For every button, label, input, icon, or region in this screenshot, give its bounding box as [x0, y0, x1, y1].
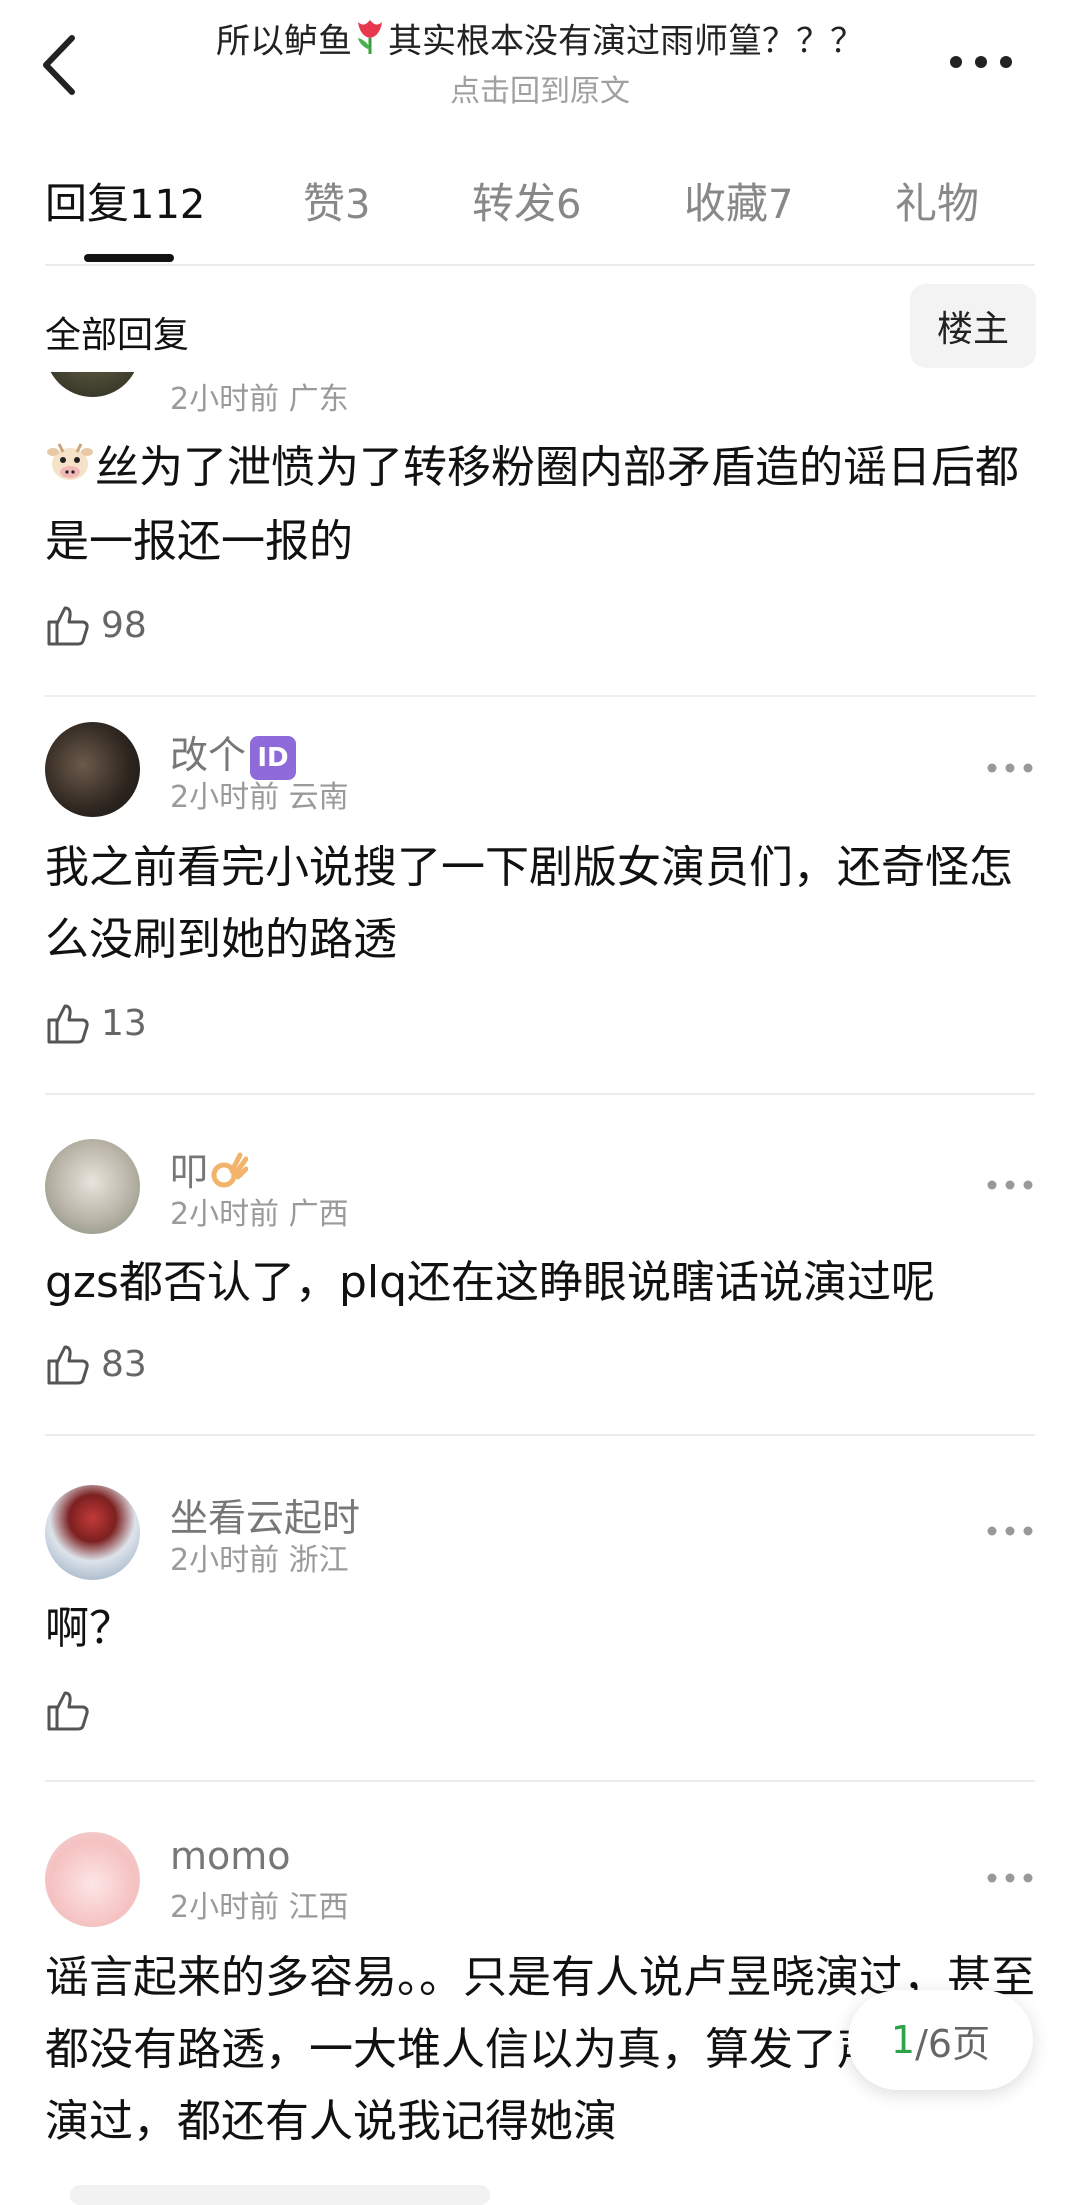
thumbs-up-icon: [47, 1345, 89, 1385]
comment-meta: 2小时前 云南: [170, 780, 349, 815]
comment-text: gzs都否认了，plq还在这睁眼说瞎话说演过呢: [45, 1257, 936, 1308]
tulip-icon: [352, 16, 388, 70]
divider: [45, 1780, 1035, 1782]
divider: [45, 1434, 1035, 1436]
back-button[interactable]: [36, 30, 86, 100]
comment-list[interactable]: 2小时前 广东 丝为了泄愤为了转移粉圈内部矛盾造的谣日后都是一报还一报的 98 …: [0, 372, 1080, 2200]
avatar[interactable]: [45, 722, 140, 817]
avatar[interactable]: [45, 1832, 140, 1927]
thumbs-up-icon: [47, 1691, 89, 1731]
comment-text: 啊？: [45, 1603, 133, 1654]
username[interactable]: momo: [170, 1834, 291, 1878]
like-count: 13: [101, 1002, 147, 1044]
top-bar: 所以鲈鱼 其实根本没有演过雨师篁？？？ 点击回到原文: [0, 0, 1080, 130]
total-pages: /6页: [915, 2021, 991, 2066]
divider: [45, 1093, 1035, 1095]
comment-text: 丝为了泄愤为了转移粉圈内部矛盾造的谣日后都是一报还一报的: [45, 432, 1035, 578]
comment-meta: 2小时前 江西: [170, 1890, 349, 1925]
avatar[interactable]: [45, 372, 140, 397]
page-indicator-button[interactable]: 1/6页: [848, 1990, 1033, 2090]
post-title: 所以鲈鱼 其实根本没有演过雨师篁？？？: [140, 16, 940, 70]
more-dots-icon: [950, 56, 1012, 68]
like-button[interactable]: 98: [45, 600, 147, 650]
thumbs-up-icon: [47, 1004, 89, 1044]
comment-meta: 2小时前 广西: [170, 1197, 349, 1232]
more-dots-icon[interactable]: [985, 1519, 1035, 1543]
comment-meta: 2小时前 浙江: [170, 1543, 349, 1578]
all-replies-filter[interactable]: 全部回复: [45, 306, 189, 358]
like-count: 83: [101, 1343, 147, 1385]
like-button[interactable]: [45, 1685, 101, 1735]
like-button[interactable]: 83: [45, 1339, 147, 1389]
tab-reposts[interactable]: 转发6: [472, 170, 581, 231]
more-dots-icon[interactable]: [985, 1866, 1035, 1890]
back-to-original-link[interactable]: 点击回到原文: [140, 72, 940, 112]
thumbs-up-icon: [47, 606, 89, 646]
tab-replies[interactable]: 回复112: [45, 170, 205, 231]
tab-gifts[interactable]: 礼物: [895, 170, 979, 231]
tab-bar: 回复112 赞3 转发6 收藏7 礼物: [0, 160, 1080, 270]
divider: [45, 264, 1035, 266]
bottom-input-bar[interactable]: [70, 2185, 490, 2205]
divider: [45, 695, 1035, 697]
comment-meta: 2小时前 广东: [170, 382, 349, 417]
more-options-button[interactable]: [946, 42, 1016, 82]
op-only-button[interactable]: 楼主: [910, 284, 1036, 368]
more-dots-icon[interactable]: [985, 1173, 1035, 1197]
avatar[interactable]: [45, 1139, 140, 1234]
active-tab-indicator: [84, 254, 174, 262]
cow-emoji-icon: [45, 434, 95, 506]
comment-text: 我之前看完小说搜了一下剧版女演员们，还奇怪怎么没刷到她的路透: [45, 842, 1013, 965]
chevron-left-icon: [43, 35, 75, 95]
avatar[interactable]: [45, 1485, 140, 1580]
current-page: 1: [890, 2018, 916, 2062]
like-count: 98: [101, 604, 147, 646]
post-title-link[interactable]: 所以鲈鱼 其实根本没有演过雨师篁？？？ 点击回到原文: [140, 16, 940, 112]
tab-favorites[interactable]: 收藏7: [684, 170, 793, 231]
username[interactable]: 坐看云起时: [170, 1487, 360, 1542]
more-dots-icon[interactable]: [985, 756, 1035, 780]
tab-likes[interactable]: 赞3: [303, 170, 370, 231]
like-button[interactable]: 13: [45, 998, 147, 1048]
